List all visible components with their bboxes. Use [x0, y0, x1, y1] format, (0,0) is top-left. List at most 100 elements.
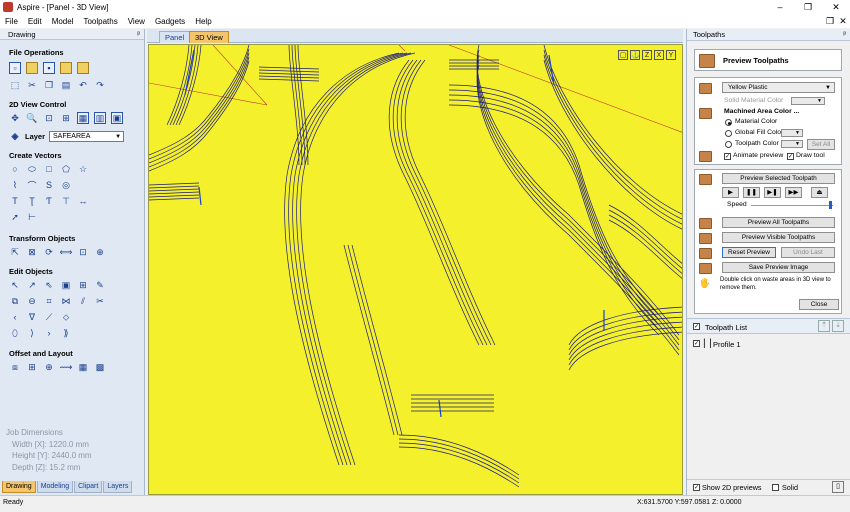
global-fill-color-radio[interactable]: [725, 130, 732, 137]
tab-clipart[interactable]: Clipart: [74, 481, 103, 493]
menu-view[interactable]: View: [123, 17, 150, 26]
view-grid-icon[interactable]: ▥: [94, 112, 106, 124]
toolpath-summary-icon[interactable]: ▯: [832, 481, 844, 493]
arc-icon[interactable]: ⌒: [26, 179, 38, 191]
solid-checkbox[interactable]: [772, 484, 779, 491]
layer-select[interactable]: SAFEAREA ▼: [49, 130, 125, 142]
group-icon[interactable]: ▣: [60, 279, 72, 291]
save-icon[interactable]: ▪: [43, 62, 55, 74]
close-vector-icon[interactable]: ⬯: [9, 327, 21, 339]
preview-selected-button[interactable]: Preview Selected Toolpath: [722, 173, 835, 184]
reset-preview-button[interactable]: Reset Preview: [722, 247, 776, 258]
zoom-extents-icon[interactable]: ⊞: [60, 112, 72, 124]
rectangle-icon[interactable]: □: [43, 163, 55, 175]
view-z-icon[interactable]: Z: [642, 50, 652, 60]
view-fit-icon[interactable]: ▣: [111, 112, 123, 124]
menu-help[interactable]: Help: [190, 17, 216, 26]
polygon-icon[interactable]: ⬠: [60, 163, 72, 175]
text-frame-icon[interactable]: ⊤: [60, 195, 72, 207]
text-box-icon[interactable]: Ţ: [26, 195, 38, 207]
select-icon[interactable]: ↖: [9, 279, 21, 291]
preview-visible-button[interactable]: Preview Visible Toolpaths: [722, 232, 835, 243]
circular-array-icon[interactable]: ⊕: [43, 361, 55, 373]
menu-file[interactable]: File: [0, 17, 23, 26]
smooth-icon[interactable]: ⟩: [26, 327, 38, 339]
move-up-icon[interactable]: ⇡: [818, 320, 830, 332]
set-all-button[interactable]: Set All: [807, 139, 835, 150]
mirror-icon[interactable]: ⟺: [60, 246, 73, 258]
layout-icon[interactable]: ▩: [94, 361, 106, 373]
material-color-radio[interactable]: [725, 119, 732, 126]
eject-button[interactable]: ⏏: [811, 187, 828, 198]
ungroup-icon[interactable]: ⊞: [77, 279, 89, 291]
document-close-button[interactable]: ✕: [837, 14, 849, 28]
view-iso-icon[interactable]: ▢: [618, 50, 628, 60]
speed-slider-thumb[interactable]: [829, 201, 832, 209]
speed-slider-track[interactable]: [751, 205, 833, 206]
dimension-icon[interactable]: ↔: [77, 195, 89, 207]
star-icon[interactable]: ☆: [77, 163, 89, 175]
circle-icon[interactable]: ○: [9, 163, 21, 175]
offset-icon[interactable]: ⧈: [9, 361, 21, 373]
text-on-curve-icon[interactable]: Ƭ: [43, 195, 55, 207]
toolpath-color-picker[interactable]: ▼: [781, 140, 803, 148]
zoom-box-icon[interactable]: ⊡: [43, 112, 55, 124]
chamfer-icon[interactable]: ∇: [26, 311, 38, 323]
pause-button[interactable]: ❚❚: [743, 187, 760, 198]
skip-end-button[interactable]: ▶▶: [785, 187, 802, 198]
pin-icon[interactable]: ᵖ: [137, 29, 140, 40]
view-x-icon[interactable]: X: [654, 50, 664, 60]
copy-along-vector-icon[interactable]: ⟿: [60, 361, 73, 373]
pin-icon[interactable]: ᵖ: [843, 29, 846, 41]
undo-last-button[interactable]: Undo Last: [781, 247, 835, 258]
menu-gadgets[interactable]: Gadgets: [150, 17, 190, 26]
3d-view-canvas[interactable]: ▢ ⚓ Z X Y: [148, 44, 683, 495]
material-select[interactable]: Yellow Plastic ▼: [722, 82, 835, 93]
toolpath-list-item[interactable]: ✓ ▏▏ Profile 1: [693, 338, 843, 350]
tab-drawing[interactable]: Drawing: [2, 481, 36, 493]
brush-icon[interactable]: ✎: [94, 279, 106, 291]
measure-icon[interactable]: ⊢: [26, 211, 38, 223]
trim-icon[interactable]: ⌗: [43, 295, 55, 307]
extend-icon[interactable]: ⟋: [43, 311, 55, 323]
tab-icon[interactable]: ⬦: [60, 311, 72, 323]
ellipse-icon[interactable]: ⬭: [26, 163, 38, 175]
redo-icon[interactable]: ↷: [94, 79, 106, 91]
toolpath-color-radio[interactable]: [725, 141, 732, 148]
nesting-icon[interactable]: ▦: [77, 361, 89, 373]
cut-icon[interactable]: ✂: [26, 79, 38, 91]
align-icon[interactable]: ⊡: [77, 246, 89, 258]
solid-material-color-picker[interactable]: ▼: [791, 97, 825, 105]
open-folder-icon[interactable]: [60, 62, 72, 74]
view-sheet-icon[interactable]: ▦: [77, 112, 89, 124]
array-copy-icon[interactable]: ⊞: [26, 361, 38, 373]
fillet-icon[interactable]: ‹: [9, 311, 21, 323]
copy-icon[interactable]: ❐: [43, 79, 55, 91]
weld-icon[interactable]: ⧉: [9, 295, 21, 307]
rotate-icon[interactable]: ⟳: [43, 246, 55, 258]
curve-fit-icon[interactable]: ›: [43, 327, 55, 339]
subtract-icon[interactable]: ⊖: [26, 295, 38, 307]
new-file-icon[interactable]: ▫: [9, 62, 21, 74]
document-restore-button[interactable]: ❐: [824, 14, 836, 28]
undo-icon[interactable]: ↶: [77, 79, 89, 91]
scissors-icon[interactable]: ✂: [94, 295, 106, 307]
global-fill-color-picker[interactable]: ▼: [781, 129, 803, 137]
view-y-icon[interactable]: Y: [666, 50, 676, 60]
import-icon[interactable]: [77, 62, 89, 74]
curve-icon[interactable]: S: [43, 179, 55, 191]
step-button[interactable]: ▶❚: [764, 187, 781, 198]
profile-1-checkbox[interactable]: ✓: [693, 340, 700, 347]
play-button[interactable]: ▶: [722, 187, 739, 198]
tab-layers[interactable]: Layers: [103, 481, 133, 493]
close-window-button[interactable]: ✕: [822, 0, 850, 14]
center-icon[interactable]: ⊕: [94, 246, 106, 258]
text-icon[interactable]: T: [9, 195, 21, 207]
close-button[interactable]: Close: [799, 299, 839, 310]
menu-toolpaths[interactable]: Toolpaths: [78, 17, 122, 26]
pan-icon[interactable]: ✥: [9, 112, 21, 124]
trace-icon[interactable]: ➚: [9, 211, 21, 223]
polyline-icon[interactable]: ⌇: [9, 179, 21, 191]
draw-tool-checkbox[interactable]: ✓: [787, 153, 794, 160]
tab-modeling[interactable]: Modeling: [36, 481, 74, 493]
